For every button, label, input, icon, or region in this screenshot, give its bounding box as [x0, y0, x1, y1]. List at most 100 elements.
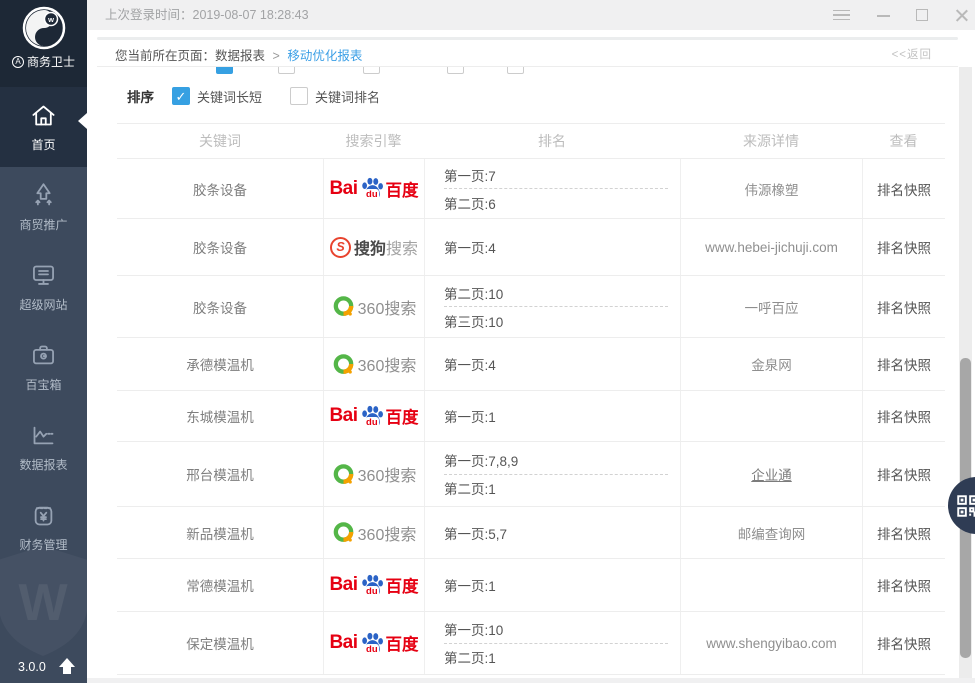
breadcrumb-current[interactable]: 移动优化报表	[287, 49, 362, 63]
svg-text:W: W	[18, 574, 68, 632]
source-cell: www.hebei-jichuji.com	[680, 219, 862, 275]
rank-snapshot-link[interactable]: 排名快照	[877, 179, 931, 199]
partial-checkbox[interactable]	[507, 67, 524, 74]
source-cell	[680, 391, 862, 441]
panel-top-divider	[97, 37, 958, 40]
keyword-rank-label[interactable]: 关键词排名	[315, 87, 380, 106]
qihoo-360-logo: 360搜索	[332, 462, 417, 486]
sidebar-item-label: 财务管理	[19, 536, 67, 553]
toolbox-icon	[30, 342, 57, 369]
source-cell: 邮编查询网	[680, 507, 862, 558]
qihoo-ring-icon	[332, 521, 355, 544]
keyword-cell: 胶条设备	[117, 159, 323, 218]
sidebar-item-label: 超级网站	[19, 296, 67, 313]
back-link[interactable]: <<返回	[892, 46, 932, 62]
source-cell: 金泉网	[680, 338, 862, 390]
sogou-logo: S搜狗搜索	[330, 235, 418, 259]
table-row: 常德模温机 Baidu百度 S搜狗搜索 360搜索 第一页:1 排名快照	[117, 559, 945, 612]
partial-checkbox[interactable]	[363, 67, 380, 74]
rank-snapshot-link[interactable]: 排名快照	[877, 633, 931, 653]
close-icon[interactable]	[953, 7, 970, 23]
sidebar-item-toolbox[interactable]: 百宝箱	[0, 327, 87, 407]
rank-snapshot-link[interactable]: 排名快照	[877, 297, 931, 317]
rank-cell: 第一页:5,7	[424, 507, 680, 558]
keyword-length-label[interactable]: 关键词长短	[197, 87, 262, 106]
rank-snapshot-link[interactable]: 排名快照	[877, 237, 931, 257]
source-cell	[680, 559, 862, 611]
qihoo-360-logo: 360搜索	[332, 521, 417, 545]
sidebar-item-label: 首页	[31, 136, 55, 153]
sidebar-item-promotion[interactable]: 商贸推广	[0, 167, 87, 247]
partial-checkbox[interactable]	[216, 67, 233, 74]
home-icon	[30, 102, 57, 129]
baidu-logo: Baidu百度	[329, 403, 418, 430]
table-header-row: 关键词 搜索引擎 排名 来源详情 查看	[117, 124, 945, 159]
ranking-table: 关键词 搜索引擎 排名 来源详情 查看 胶条设备 Baidu百度 S搜狗搜索 3…	[117, 123, 945, 675]
engine-cell: Baidu百度 S搜狗搜索 360搜索	[323, 442, 424, 506]
table-row: 邢台模温机 Baidu百度 S搜狗搜索 360搜索 第一页:7,8,9 第二页:…	[117, 442, 945, 507]
engine-cell: Baidu百度 S搜狗搜索 360搜索	[323, 391, 424, 441]
partial-checkbox[interactable]	[447, 67, 464, 74]
rank-cell: 第一页:4	[424, 219, 680, 275]
table-row: 保定模温机 Baidu百度 S搜狗搜索 360搜索 第一页:10 第二页:1 w…	[117, 612, 945, 675]
sidebar: w A 商务卫士 首页 商贸	[0, 0, 87, 683]
keyword-cell: 东城模温机	[117, 391, 323, 441]
sidebar-item-finance[interactable]: 财务管理	[0, 487, 87, 567]
rank-divider	[444, 474, 668, 475]
engine-cell: Baidu百度 S搜狗搜索 360搜索	[323, 219, 424, 275]
minimize-icon[interactable]	[875, 7, 892, 23]
website-icon	[30, 262, 57, 289]
view-cell: 排名快照	[862, 507, 945, 558]
sidebar-item-label: 商贸推广	[19, 216, 67, 233]
report-icon	[30, 422, 57, 449]
keyword-length-checkbox[interactable]	[172, 87, 190, 105]
sort-filter-row: 排序 关键词长短 关键词排名	[127, 81, 380, 111]
table-row: 胶条设备 Baidu百度 S搜狗搜索 360搜索 第二页:10 第三页:10 一…	[117, 276, 945, 338]
partial-checkbox[interactable]	[278, 67, 295, 74]
sidebar-item-home[interactable]: 首页	[0, 87, 87, 167]
maximize-icon[interactable]	[914, 7, 931, 23]
keyword-rank-checkbox[interactable]	[290, 87, 308, 105]
sogou-s-icon: S	[330, 237, 351, 258]
keyword-cell: 邢台模温机	[117, 442, 323, 506]
view-cell: 排名快照	[862, 391, 945, 441]
rank-cell: 第一页:1	[424, 559, 680, 611]
view-cell: 排名快照	[862, 159, 945, 218]
rank-snapshot-link[interactable]: 排名快照	[877, 523, 931, 543]
rank-divider	[444, 188, 668, 189]
baidu-logo: Baidu百度	[329, 630, 418, 657]
baidu-logo: Baidu百度	[329, 175, 418, 202]
source-cell: www.shengyibao.com	[680, 612, 862, 674]
sidebar-item-reports[interactable]: 数据报表	[0, 407, 87, 487]
rank-divider	[444, 306, 668, 307]
brand-name: 商务卫士	[27, 53, 75, 70]
engine-cell: Baidu百度 S搜狗搜索 360搜索	[323, 338, 424, 390]
col-header-engine: 搜索引擎	[323, 124, 424, 158]
version-text: 3.0.0	[18, 660, 46, 674]
last-login-text: 上次登录时间：2019-08-07 18:28:43	[105, 0, 309, 30]
rank-cell: 第一页:7,8,9 第二页:1	[424, 442, 680, 506]
rank-snapshot-link[interactable]: 排名快照	[877, 406, 931, 426]
sidebar-item-website[interactable]: 超级网站	[0, 247, 87, 327]
breadcrumb-section[interactable]: 数据报表	[215, 49, 265, 63]
report-scroll-area: 排序 关键词长短 关键词排名 关键词 搜索引擎 排名 来源详情 查看 胶条设备 …	[97, 67, 958, 678]
app-logo-icon: w	[22, 6, 66, 50]
rank-snapshot-link[interactable]: 排名快照	[877, 464, 931, 484]
keyword-cell: 承德模温机	[117, 338, 323, 390]
rank-cell: 第一页:7 第二页:6	[424, 159, 680, 218]
view-cell: 排名快照	[862, 276, 945, 337]
qihoo-360-logo: 360搜索	[332, 295, 417, 319]
menu-icon[interactable]	[833, 7, 850, 23]
baidu-paw-icon: du	[359, 175, 386, 202]
baidu-paw-icon: du	[359, 630, 386, 657]
engine-cell: Baidu百度 S搜狗搜索 360搜索	[323, 276, 424, 337]
baidu-paw-icon: du	[359, 403, 386, 430]
breadcrumb: 您当前所在页面：数据报表 > 移动优化报表 <<返回	[97, 42, 958, 67]
source-link[interactable]: 企业通	[751, 464, 792, 484]
sidebar-item-label: 数据报表	[19, 456, 67, 473]
table-row: 东城模温机 Baidu百度 S搜狗搜索 360搜索 第一页:1 排名快照	[117, 391, 945, 442]
rank-snapshot-link[interactable]: 排名快照	[877, 575, 931, 595]
rank-snapshot-link[interactable]: 排名快照	[877, 354, 931, 374]
upgrade-arrow-icon[interactable]	[58, 658, 76, 676]
engine-cell: Baidu百度 S搜狗搜索 360搜索	[323, 159, 424, 218]
